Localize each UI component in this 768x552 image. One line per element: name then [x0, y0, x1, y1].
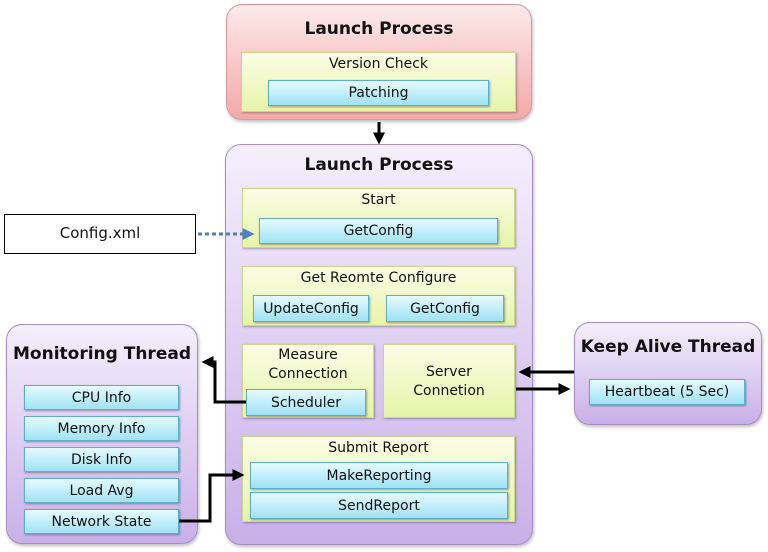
network-to-report-arrow [179, 469, 245, 523]
connector-arrows [179, 122, 574, 523]
scheduler-to-monitoring-arrow [201, 356, 246, 404]
